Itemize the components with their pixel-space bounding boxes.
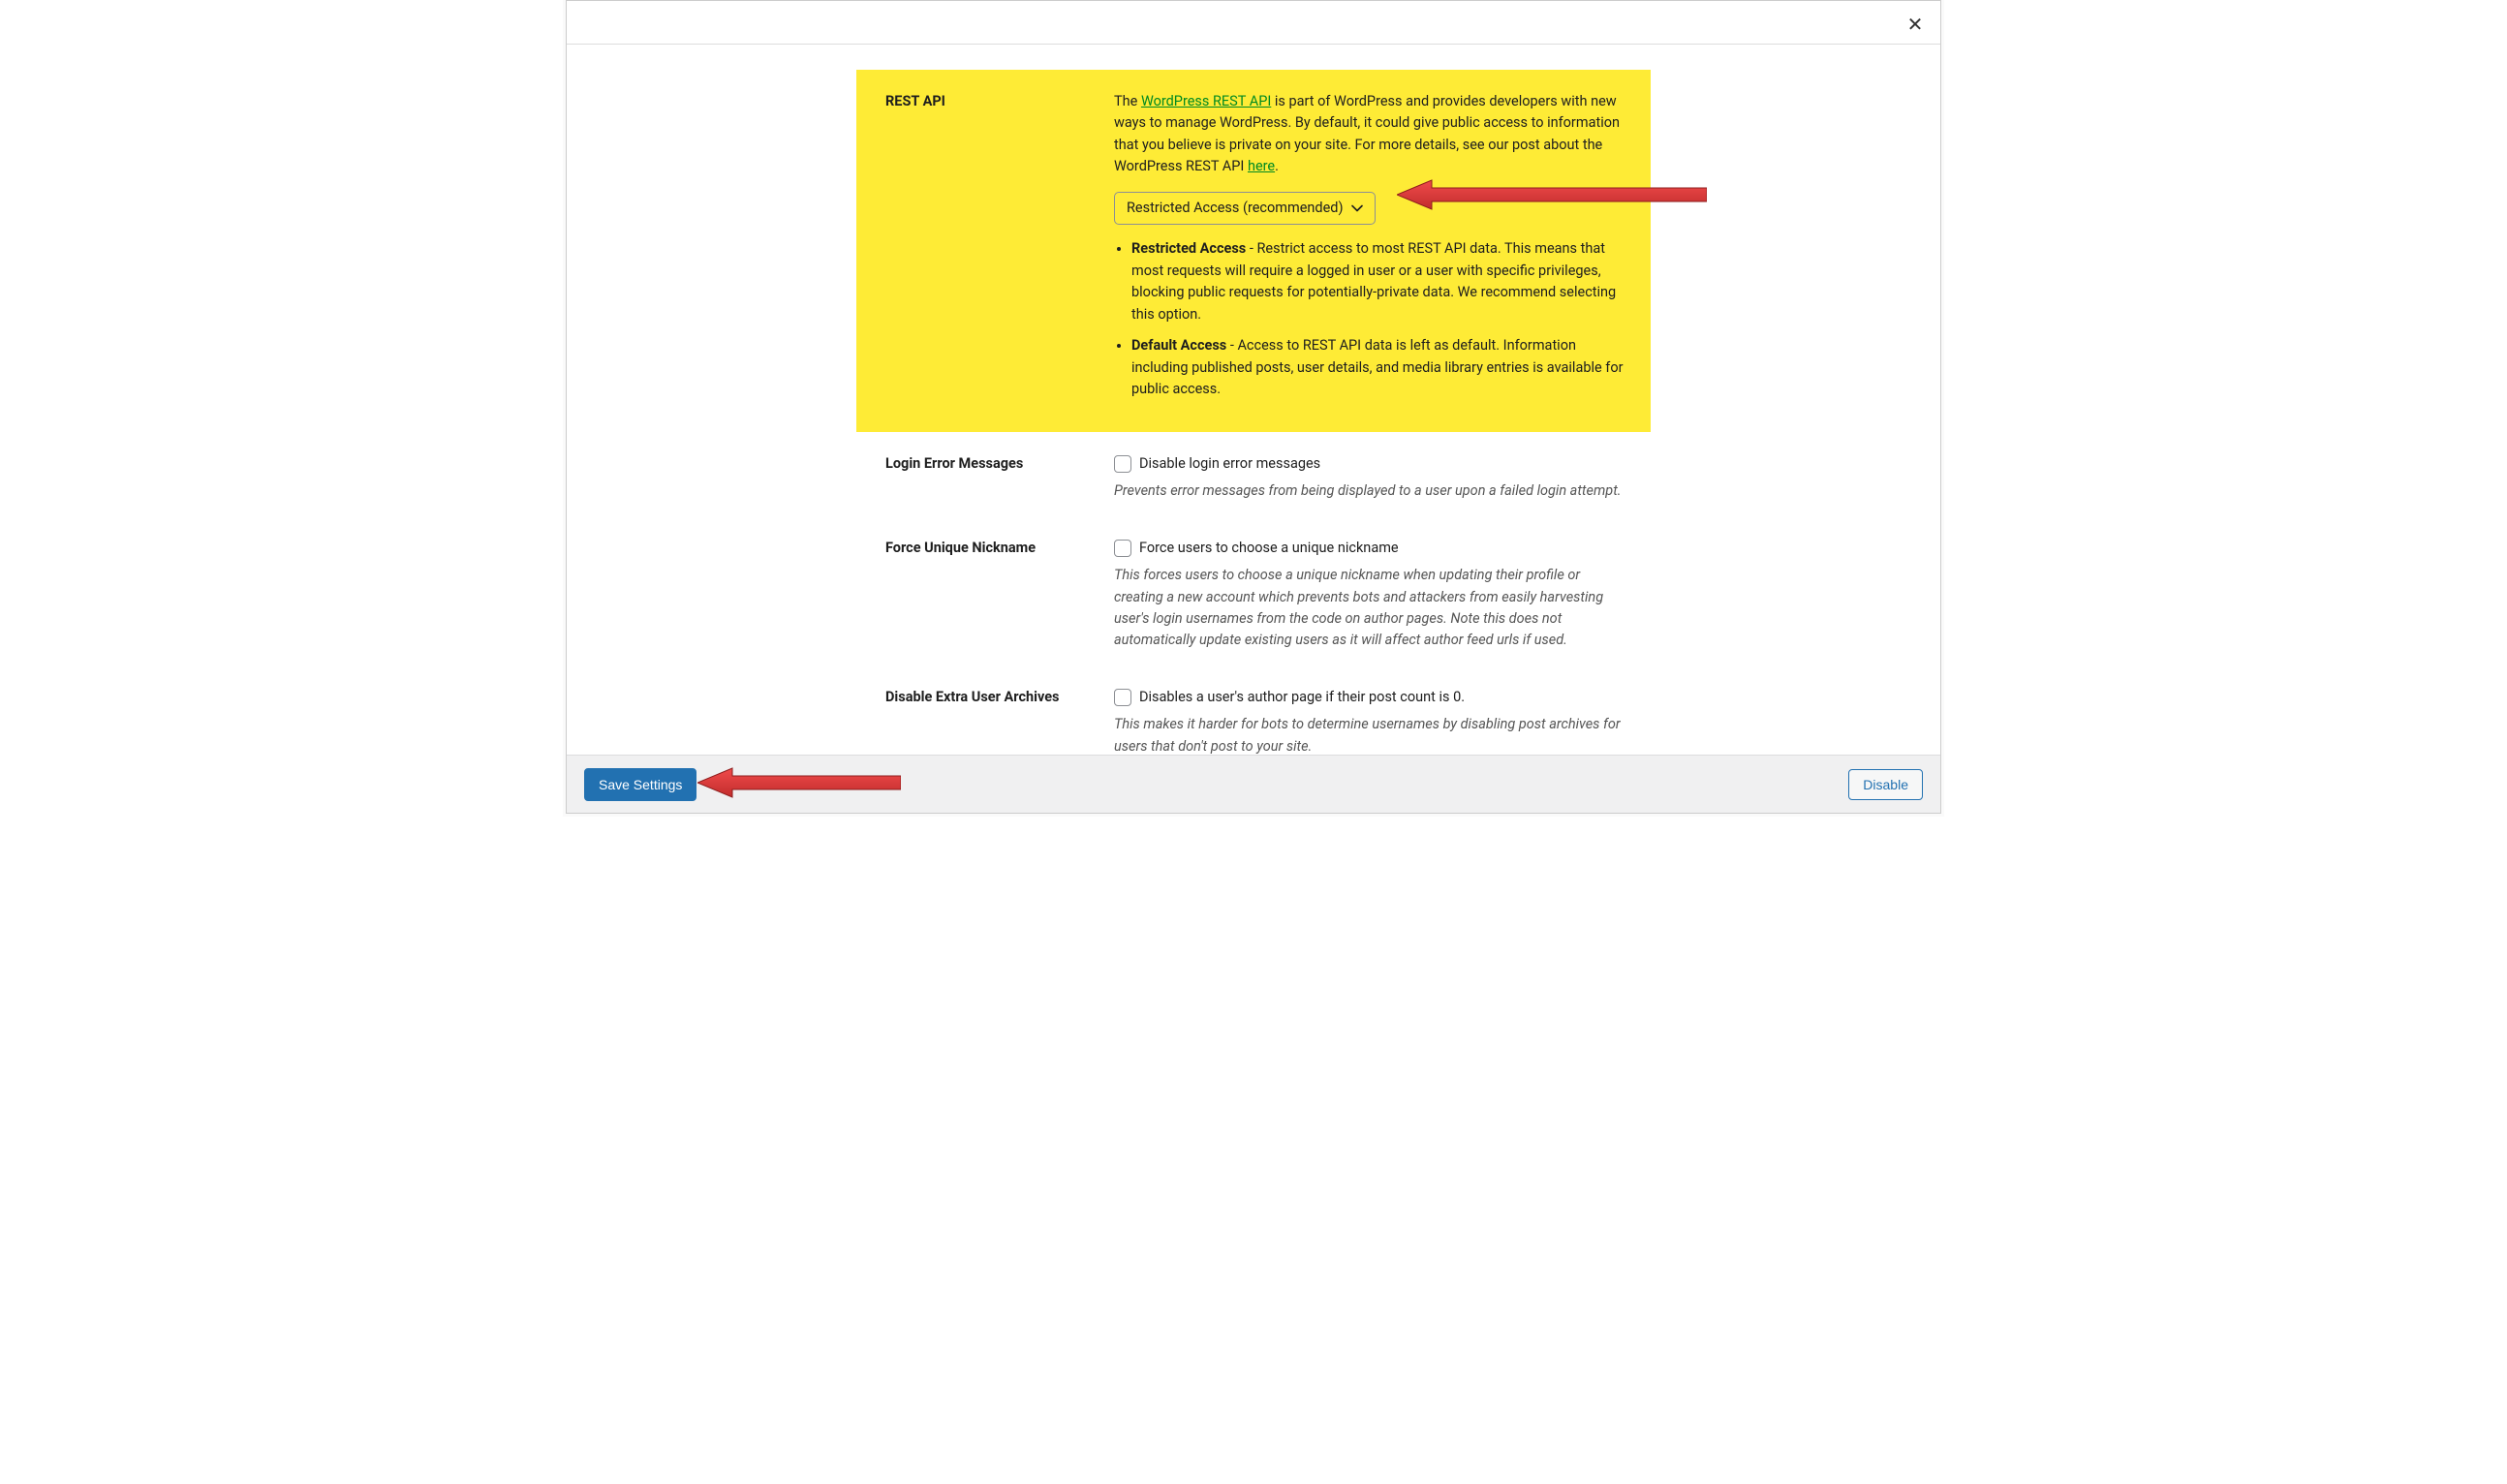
link-rest-api-post-here[interactable]: here [1248, 158, 1275, 174]
checkbox-unique-nickname[interactable] [1114, 540, 1131, 557]
option-default-access: Default Access - Access to REST API data… [1131, 335, 1627, 400]
rest-api-access-select-value: Restricted Access (recommended) [1127, 198, 1344, 219]
section-body-unique-nickname: Force users to choose a unique nickname … [1114, 538, 1627, 652]
checkbox-extra-archives[interactable] [1114, 689, 1131, 706]
help-unique-nickname: This forces users to choose a unique nic… [1114, 565, 1627, 652]
chevron-down-icon [1351, 202, 1363, 214]
rest-api-intro-post: . [1275, 158, 1279, 174]
section-rest-api: REST API The WordPress REST API is part … [856, 70, 1651, 432]
rest-api-options-list: Restricted Access - Restrict access to m… [1131, 238, 1627, 400]
section-label-login-errors: Login Error Messages [885, 453, 1114, 503]
checkbox-label-extra-archives: Disables a user's author page if their p… [1139, 687, 1465, 708]
help-extra-archives: This makes it harder for bots to determi… [1114, 714, 1627, 755]
rest-api-access-select[interactable]: Restricted Access (recommended) [1114, 192, 1376, 225]
settings-content: REST API The WordPress REST API is part … [856, 45, 1651, 755]
section-body-extra-archives: Disables a user's author page if their p… [1114, 687, 1627, 755]
modal-footer: Save Settings Disable [567, 755, 1940, 813]
option-default-access-title: Default Access [1131, 337, 1226, 354]
save-settings-button[interactable]: Save Settings [584, 768, 696, 801]
section-label-rest-api: REST API [885, 91, 1114, 411]
checkbox-disable-login-errors[interactable] [1114, 455, 1131, 473]
checkbox-label-disable-login-errors: Disable login error messages [1139, 453, 1320, 475]
section-unique-nickname: Force Unique Nickname Force users to cho… [856, 520, 1651, 669]
link-wordpress-rest-api[interactable]: WordPress REST API [1141, 93, 1271, 109]
modal-topbar: ✕ [567, 1, 1940, 45]
section-body-login-errors: Disable login error messages Prevents er… [1114, 453, 1627, 503]
option-restricted-access-title: Restricted Access [1131, 240, 1246, 257]
rest-api-intro-pre: The [1114, 93, 1141, 109]
section-body-rest-api: The WordPress REST API is part of WordPr… [1114, 91, 1627, 411]
close-button[interactable]: ✕ [1902, 11, 1929, 38]
section-label-extra-archives: Disable Extra User Archives [885, 687, 1114, 755]
disable-button[interactable]: Disable [1848, 769, 1923, 800]
section-login-errors: Login Error Messages Disable login error… [856, 432, 1651, 520]
section-extra-archives: Disable Extra User Archives Disables a u… [856, 669, 1651, 755]
checkbox-label-unique-nickname: Force users to choose a unique nickname [1139, 538, 1399, 559]
settings-scroll-area[interactable]: REST API The WordPress REST API is part … [567, 45, 1940, 755]
close-icon: ✕ [1907, 13, 1924, 36]
help-login-errors: Prevents error messages from being displ… [1114, 480, 1627, 502]
section-label-unique-nickname: Force Unique Nickname [885, 538, 1114, 652]
option-restricted-access: Restricted Access - Restrict access to m… [1131, 238, 1627, 325]
modal-panel: ✕ REST API The WordPress REST API is par… [566, 0, 1941, 814]
